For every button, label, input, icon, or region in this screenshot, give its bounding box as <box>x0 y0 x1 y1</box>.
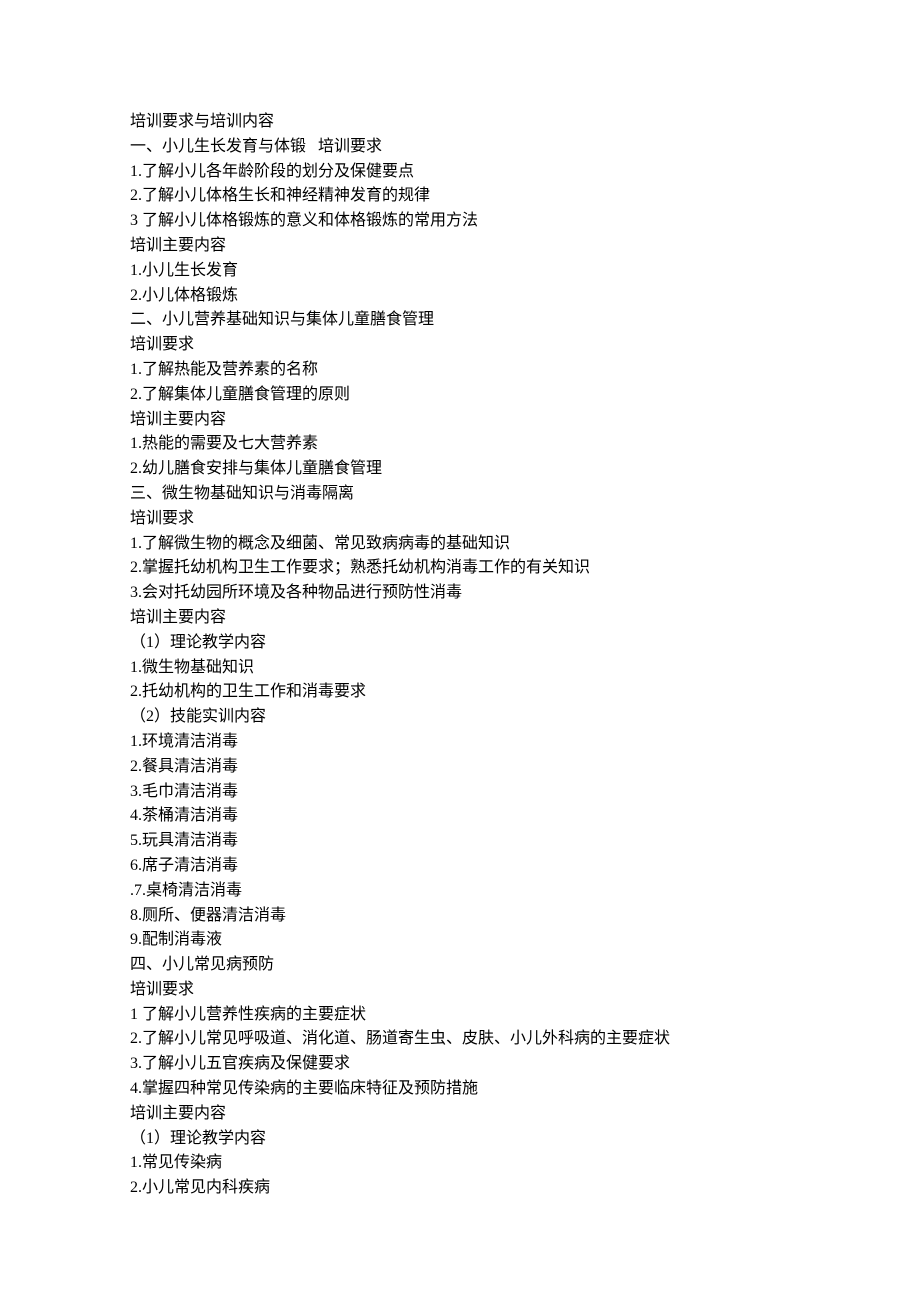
text-line: 3.了解小儿五官疾病及保健要求 <box>130 1052 790 1077</box>
text-line: （1）理论教学内容 <box>130 631 790 656</box>
text-line: 3.毛巾清洁消毒 <box>130 780 790 805</box>
text-line: 2.幼儿膳食安排与集体儿童膳食管理 <box>130 457 790 482</box>
text-line: 四、小儿常见病预防 <box>130 953 790 978</box>
text-line: 培训主要内容 <box>130 408 790 433</box>
text-line: 1.小儿生长发育 <box>130 259 790 284</box>
text-line: 2.掌握托幼机构卫生工作要求；熟悉托幼机构消毒工作的有关知识 <box>130 556 790 581</box>
text-line: 培训要求 <box>130 333 790 358</box>
text-line: 1.了解热能及营养素的名称 <box>130 358 790 383</box>
document-page: 培训要求与培训内容 一、小儿生长发育与体锻 培训要求 1.了解小儿各年龄阶段的划… <box>0 0 920 1302</box>
text-line: .7.桌椅清洁消毒 <box>130 879 790 904</box>
text-line: 4.茶桶清洁消毒 <box>130 804 790 829</box>
text-line: 6.席子清洁消毒 <box>130 854 790 879</box>
text-line: 1.热能的需要及七大营养素 <box>130 432 790 457</box>
text-line: 培训要求与培训内容 <box>130 110 790 135</box>
text-line: 培训主要内容 <box>130 234 790 259</box>
text-line: 2.小儿体格锻炼 <box>130 284 790 309</box>
text-line: 1.环境清洁消毒 <box>130 730 790 755</box>
text-line: 3 了解小儿体格锻炼的意义和体格锻炼的常用方法 <box>130 209 790 234</box>
text-line: 1.了解微生物的概念及细菌、常见致病病毒的基础知识 <box>130 532 790 557</box>
text-line: 三、微生物基础知识与消毒隔离 <box>130 482 790 507</box>
text-line: 2.托幼机构的卫生工作和消毒要求 <box>130 680 790 705</box>
text-line: 1.了解小儿各年龄阶段的划分及保健要点 <box>130 160 790 185</box>
text-line: 2.了解小儿常见呼吸道、消化道、肠道寄生虫、皮肤、小儿外科病的主要症状 <box>130 1027 790 1052</box>
text-line: 培训主要内容 <box>130 606 790 631</box>
text-line: 培训要求 <box>130 978 790 1003</box>
text-line: 8.厕所、便器清洁消毒 <box>130 904 790 929</box>
text-line: 培训要求 <box>130 507 790 532</box>
text-line: 培训主要内容 <box>130 1102 790 1127</box>
text-line: 一、小儿生长发育与体锻 培训要求 <box>130 135 790 160</box>
text-line: 2.了解小儿体格生长和神经精神发育的规律 <box>130 184 790 209</box>
text-line: 2.了解集体儿童膳食管理的原则 <box>130 383 790 408</box>
text-line: 3.会对托幼园所环境及各种物品进行预防性消毒 <box>130 581 790 606</box>
text-line: 5.玩具清洁消毒 <box>130 829 790 854</box>
text-line: 二、小儿营养基础知识与集体儿童膳食管理 <box>130 308 790 333</box>
text-line: 2.小儿常见内科疾病 <box>130 1176 790 1201</box>
text-line: （2）技能实训内容 <box>130 705 790 730</box>
text-line: 1 了解小儿营养性疾病的主要症状 <box>130 1003 790 1028</box>
text-line: （1）理论教学内容 <box>130 1127 790 1152</box>
text-line: 1.微生物基础知识 <box>130 656 790 681</box>
text-line: 9.配制消毒液 <box>130 928 790 953</box>
text-line: 2.餐具清洁消毒 <box>130 755 790 780</box>
text-line: 4.掌握四种常见传染病的主要临床特征及预防措施 <box>130 1077 790 1102</box>
text-line: 1.常见传染病 <box>130 1151 790 1176</box>
